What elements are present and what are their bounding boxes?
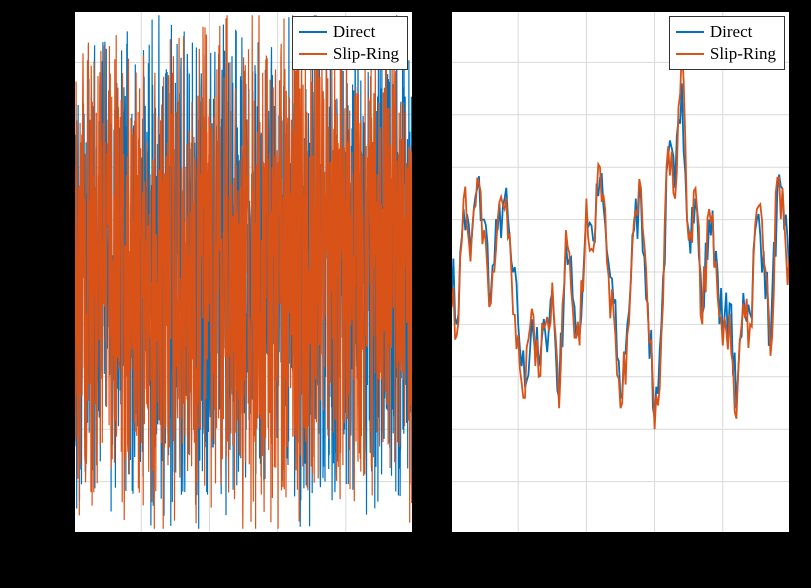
series-direct — [450, 83, 791, 418]
plot-area-left — [73, 10, 414, 534]
legend-swatch-slipring — [299, 53, 327, 56]
legend-label: Direct — [710, 21, 752, 43]
chart-panel-right: Direct Slip-Ring — [450, 10, 791, 534]
legend-item-direct: Direct — [299, 21, 399, 43]
legend-swatch-slipring — [676, 53, 704, 56]
legend-item-slipring: Slip-Ring — [676, 43, 776, 65]
legend-item-slipring: Slip-Ring — [299, 43, 399, 65]
legend-swatch-direct — [676, 31, 704, 34]
legend-right: Direct Slip-Ring — [669, 16, 785, 70]
chart-panel-left: Direct Slip-Ring — [73, 10, 414, 534]
legend-label: Slip-Ring — [333, 43, 399, 65]
legend-left: Direct Slip-Ring — [292, 16, 408, 70]
legend-swatch-direct — [299, 31, 327, 34]
legend-label: Direct — [333, 21, 375, 43]
legend-item-direct: Direct — [676, 21, 776, 43]
legend-label: Slip-Ring — [710, 43, 776, 65]
plot-area-right — [450, 10, 791, 534]
